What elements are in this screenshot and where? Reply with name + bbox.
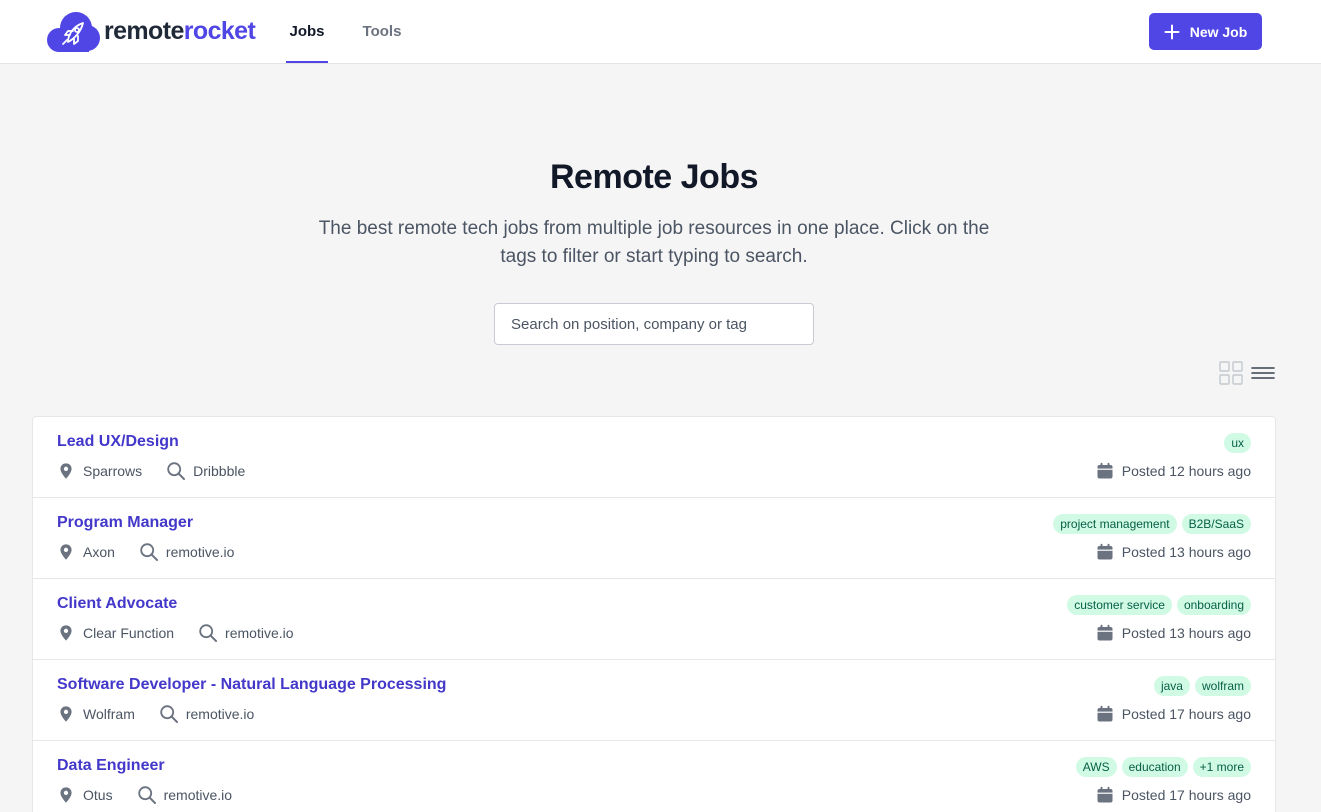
job-tag[interactable]: AWS [1075,757,1117,777]
job-posted-text: Posted 13 hours ago [1121,544,1251,560]
job-posted-text: Posted 12 hours ago [1121,463,1251,479]
job-company: Wolfram [83,706,135,722]
job-meta: Axon remotive.io [57,542,234,562]
job-tag[interactable]: +1 more [1192,757,1251,777]
job-tags: AWS education +1 more [1075,757,1251,777]
location-pin-icon [60,706,72,722]
brand-logo[interactable]: remoterocket [46,11,256,53]
calendar-icon [1097,705,1113,722]
job-company: Axon [83,544,115,560]
job-tag[interactable]: onboarding [1176,595,1251,615]
page-subtitle: The best remote tech jobs from multiple … [318,218,990,267]
job-posted: Posted 13 hours ago [1096,543,1251,561]
job-meta: Otus remotive.io [57,785,232,805]
job-row[interactable]: Client Advocate Clear Function remotive.… [33,579,1275,660]
plus-icon [1164,24,1180,39]
job-source: Dribbble [193,463,246,479]
job-title-link[interactable]: Data Engineer [57,757,165,775]
location-pin-icon [60,544,72,560]
search-icon [167,462,186,480]
location-pin-icon [60,463,72,479]
job-row[interactable]: Lead UX/Design Sparrows Dribbble ux Post… [33,417,1275,498]
job-company: Clear Function [83,625,175,641]
new-job-button[interactable]: New Job [1149,13,1262,50]
job-posted-text: Posted 17 hours ago [1121,706,1251,722]
job-posted: Posted 12 hours ago [1096,462,1251,480]
list-view-button[interactable] [1251,361,1275,385]
job-posted: Posted 13 hours ago [1096,624,1251,642]
job-source: remotive.io [163,787,233,803]
location-pin-icon [60,787,72,803]
search-icon [199,624,218,642]
brand-name-part1: remote [104,16,184,45]
search-input[interactable] [494,303,814,345]
job-tag[interactable]: ux [1224,433,1251,453]
job-source: remotive.io [185,706,255,722]
job-tags: customer service onboarding [1067,595,1251,615]
job-tag[interactable]: project management [1053,514,1177,534]
location-pin-icon [60,625,72,641]
top-navbar: remoterocket Jobs Tools New Job [0,0,1321,64]
job-source: remotive.io [225,625,294,641]
brand-name: remoterocket [104,16,256,46]
job-title-link[interactable]: Program Manager [57,514,193,532]
job-meta: Clear Function remotive.io [57,623,294,643]
job-title-link[interactable]: Client Advocate [57,595,177,613]
job-meta: Sparrows Dribbble [57,461,245,481]
job-meta: Wolfram remotive.io [57,704,254,724]
job-tags: ux [1224,433,1251,453]
job-tag[interactable]: customer service [1067,595,1172,615]
search-icon [140,543,158,561]
job-source: remotive.io [165,544,235,560]
job-title-link[interactable]: Software Developer - Natural Language Pr… [57,676,446,694]
calendar-icon [1097,786,1113,803]
nav-tab-tools[interactable]: Tools [360,0,404,63]
search-icon [160,705,178,723]
job-tags: project management B2B/SaaS [1053,514,1251,534]
job-row[interactable]: Software Developer - Natural Language Pr… [33,660,1275,741]
job-tag[interactable]: B2B/SaaS [1181,514,1251,534]
job-posted: Posted 17 hours ago [1096,786,1251,804]
job-company: Sparrows [83,463,143,479]
rocket-cloud-icon [47,12,100,52]
job-title-link[interactable]: Lead UX/Design [57,433,179,451]
nav-tab-jobs[interactable]: Jobs [286,0,328,63]
page-title: Remote Jobs [550,158,759,196]
calendar-icon [1097,462,1113,479]
calendar-icon [1097,543,1113,560]
job-posted-text: Posted 13 hours ago [1121,625,1251,641]
brand-name-part2: rocket [183,16,256,45]
job-posted: Posted 17 hours ago [1096,705,1251,723]
search-icon [137,786,156,804]
job-company: Otus [83,787,113,803]
grid-icon [1219,361,1243,385]
job-tag[interactable]: wolfram [1194,676,1251,696]
list-icon [1251,367,1275,379]
job-tags: java wolfram [1153,676,1251,696]
job-tag[interactable]: education [1121,757,1188,777]
grid-view-button[interactable] [1219,361,1243,385]
calendar-icon [1097,624,1113,641]
job-row[interactable]: Program Manager Axon remotive.io project… [33,498,1275,579]
job-row[interactable]: Data Engineer Otus remotive.io AWS educat… [33,741,1275,812]
job-list: Lead UX/Design Sparrows Dribbble ux Post… [32,416,1276,812]
job-tag[interactable]: java [1153,676,1190,696]
new-job-label: New Job [1189,23,1248,40]
job-posted-text: Posted 17 hours ago [1121,787,1251,803]
